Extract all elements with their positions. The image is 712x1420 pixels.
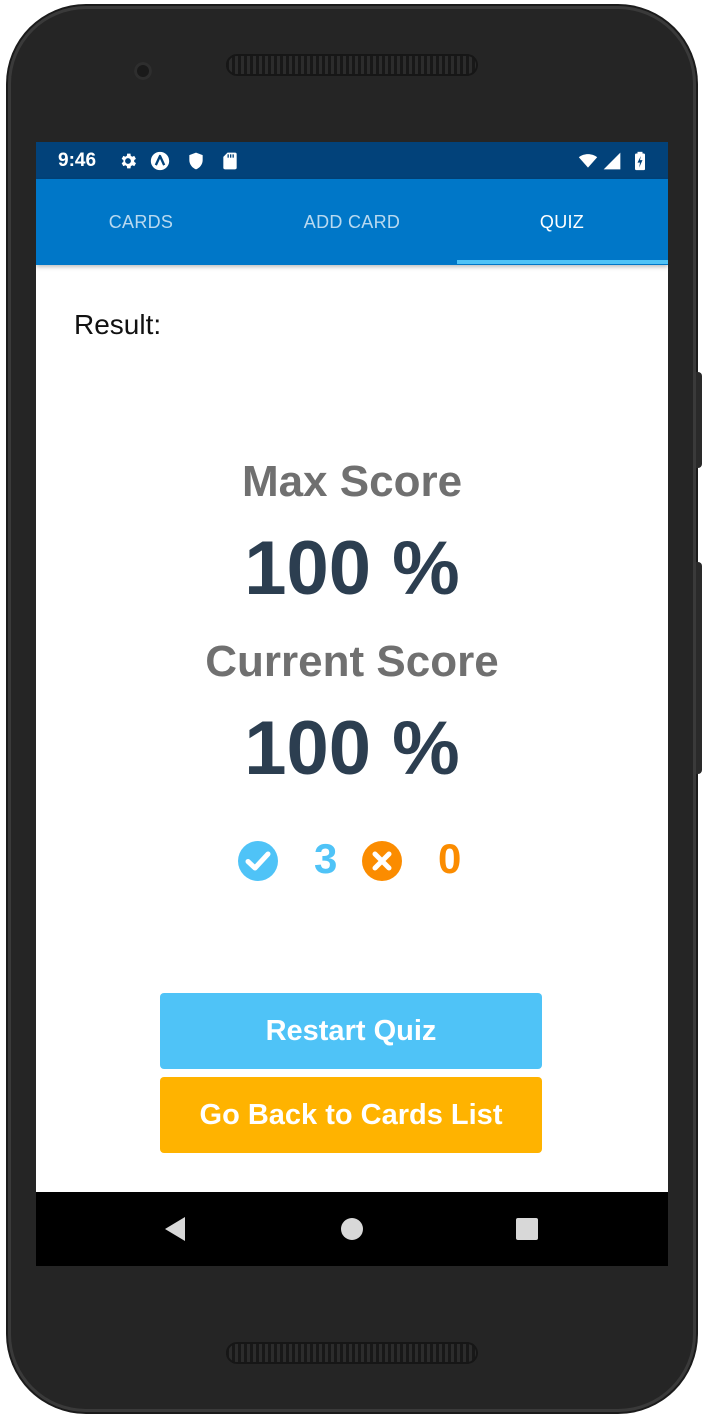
max-score-heading: Max Score (241, 457, 463, 506)
tab-add-card[interactable]: ADD CARD (247, 179, 457, 265)
active-tab-indicator (457, 260, 668, 264)
result-label: Result: (74, 309, 162, 340)
screen: 9:46 CARDS ADD CARD QUIZ Result: Max Sco… (36, 142, 668, 1266)
restart-quiz-button[interactable]: Restart Quiz (160, 993, 542, 1069)
current-score-value: 100 % (244, 706, 460, 791)
battery-charging-icon (635, 151, 645, 171)
wifi-icon (578, 154, 598, 168)
volume-button (696, 562, 702, 774)
close-circle-icon (362, 841, 402, 881)
back-icon[interactable] (161, 1214, 191, 1244)
incorrect-count: 0 (438, 835, 462, 882)
current-score-heading: Current Score (205, 637, 499, 686)
tab-cards[interactable]: CARDS (36, 179, 246, 265)
gear-icon (121, 153, 136, 169)
bottom-speaker (226, 1342, 478, 1364)
earpiece-speaker (226, 54, 478, 76)
tab-quiz[interactable]: QUIZ (457, 179, 667, 265)
tab-bar: CARDS ADD CARD QUIZ (36, 179, 668, 265)
max-score-value: 100 % (244, 526, 460, 611)
navigation-bar (36, 1192, 668, 1266)
go-back-to-cards-button[interactable]: Go Back to Cards List (160, 1077, 542, 1153)
sd-card-icon (223, 152, 237, 170)
signal-icon (603, 152, 621, 170)
front-camera (134, 62, 152, 80)
shield-icon (189, 152, 203, 170)
status-time: 9:46 (58, 150, 97, 171)
status-bar: 9:46 (36, 142, 668, 179)
correct-count: 3 (314, 835, 338, 882)
check-circle-icon (238, 841, 278, 881)
power-button (696, 372, 702, 468)
quiz-result-panel: Result: Max Score 100 % Current Score 10… (36, 265, 668, 1192)
home-icon[interactable] (337, 1214, 367, 1244)
answer-tally: 3 0 (36, 835, 668, 885)
recents-icon[interactable] (512, 1214, 542, 1244)
app-logo-icon (150, 151, 170, 171)
